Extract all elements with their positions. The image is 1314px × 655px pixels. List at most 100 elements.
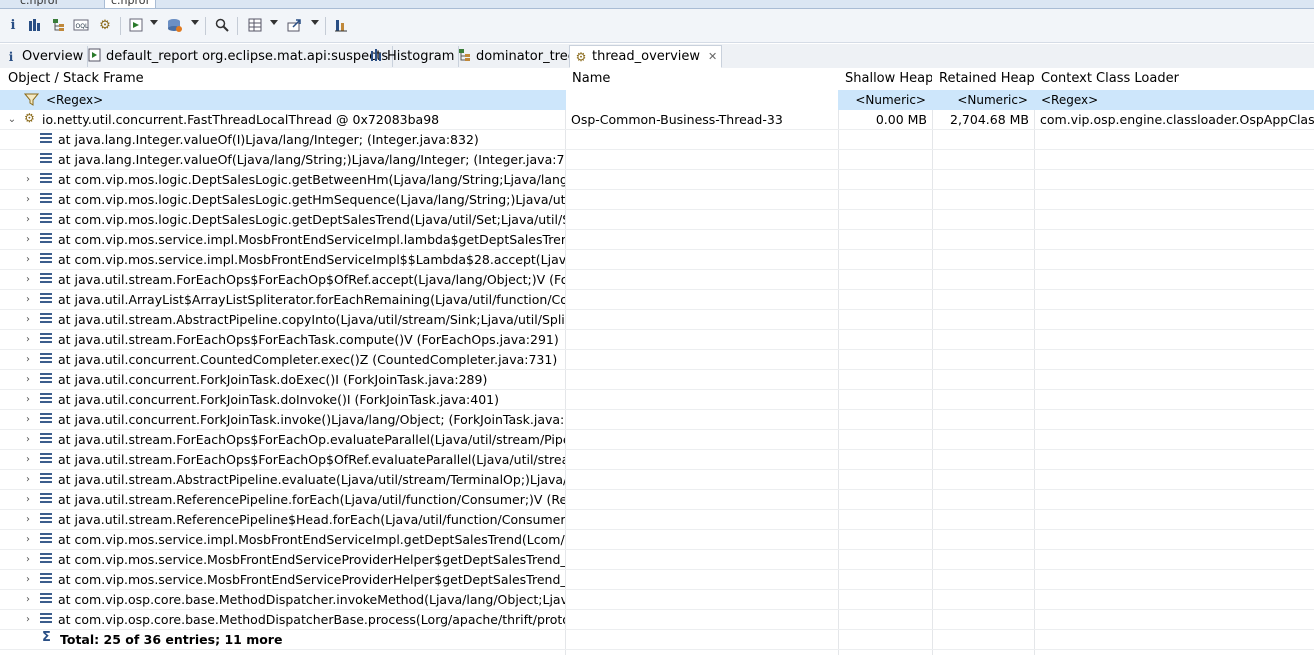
stack-frame-row[interactable]: › at java.util.stream.ForEachOps$ForEachO… <box>0 450 1314 470</box>
stack-frame-row[interactable]: › at com.vip.mos.service.impl.MosbFrontEn… <box>0 530 1314 550</box>
export-dropdown-icon[interactable] <box>311 20 319 25</box>
chevron-right-icon[interactable]: › <box>22 470 34 489</box>
stack-frame-row[interactable]: › at java.util.ArrayList$ArrayListSpliter… <box>0 290 1314 310</box>
stack-frame-text: at com.vip.osp.core.base.MethodDispatche… <box>58 612 565 627</box>
stack-frame-row[interactable]: › at java.util.stream.ReferencePipeline$H… <box>0 510 1314 530</box>
stack-frame-row[interactable]: › at java.util.stream.AbstractPipeline.co… <box>0 310 1314 330</box>
chevron-right-icon[interactable]: › <box>22 530 34 549</box>
stack-frame-row[interactable]: › at java.util.concurrent.ForkJoinTask.in… <box>0 410 1314 430</box>
stack-frame-row[interactable]: › at com.vip.mos.logic.DeptSalesLogic.get… <box>0 170 1314 190</box>
shallow-heap-filter-input[interactable]: <Numeric> <box>839 90 932 110</box>
run-report-icon[interactable] <box>126 14 148 36</box>
stack-frame-row[interactable]: › at java.util.stream.AbstractPipeline.ev… <box>0 470 1314 490</box>
editor-tab-hprof-1[interactable]: c.hprof <box>14 0 64 8</box>
column-header-retained-heap[interactable]: Retained Heap <box>933 68 1034 90</box>
group-by-dropdown-icon[interactable] <box>270 20 278 25</box>
chevron-right-icon[interactable]: › <box>22 430 34 449</box>
tab-histogram[interactable]: Histogram <box>365 46 460 67</box>
chevron-right-icon[interactable]: › <box>22 190 34 209</box>
stack-frame-icon <box>40 393 52 405</box>
stack-frame-icon <box>40 513 52 525</box>
chart-icon[interactable] <box>330 14 352 36</box>
chevron-right-icon[interactable]: › <box>22 310 34 329</box>
stack-frame-text: at java.util.stream.ForEachOps$ForEachTa… <box>58 332 559 347</box>
stack-frame-text: at java.util.stream.ReferencePipeline$He… <box>58 512 565 527</box>
stack-frame-row[interactable]: › at java.util.stream.ForEachOps$ForEachO… <box>0 270 1314 290</box>
stack-frame-row[interactable]: › at java.util.stream.ForEachOps$ForEachO… <box>0 430 1314 450</box>
toolbar: i OQL ⚙ <box>0 9 1314 43</box>
stack-frame-row[interactable]: › at java.util.stream.ForEachOps$ForEachT… <box>0 330 1314 350</box>
tab-label: Overview <box>22 49 84 64</box>
object-filter-input[interactable]: <Regex> <box>40 90 565 110</box>
histogram-icon[interactable] <box>24 14 46 36</box>
stack-frame-row[interactable]: › at java.util.concurrent.CountedComplete… <box>0 350 1314 370</box>
stack-frame-row[interactable]: › at com.vip.osp.core.base.MethodDispatch… <box>0 590 1314 610</box>
stack-frame-row[interactable]: › at com.vip.mos.logic.DeptSalesLogic.get… <box>0 210 1314 230</box>
chevron-right-icon[interactable]: › <box>22 330 34 349</box>
loader-filter-input[interactable]: <Regex> <box>1035 90 1314 110</box>
stack-frame-text: at com.vip.mos.service.impl.MosbFrontEnd… <box>58 252 565 267</box>
editor-tab-hprof-2[interactable]: c.hprof <box>104 0 157 8</box>
column-header-object[interactable]: Object / Stack Frame <box>2 68 565 90</box>
chevron-right-icon[interactable]: › <box>22 510 34 529</box>
dominator-tree-icon[interactable] <box>48 14 70 36</box>
stack-frame-row[interactable]: › at com.vip.mos.service.MosbFrontEndServ… <box>0 570 1314 590</box>
chevron-right-icon[interactable]: › <box>22 350 34 369</box>
chevron-right-icon[interactable]: › <box>22 290 34 309</box>
stack-frame-text: at java.util.concurrent.ForkJoinTask.inv… <box>58 412 565 427</box>
stack-frame-row[interactable]: › at com.vip.osp.core.base.MethodDispatch… <box>0 610 1314 630</box>
chevron-right-icon[interactable]: › <box>22 170 34 189</box>
name-filter-input[interactable] <box>566 90 838 110</box>
stack-frame-row[interactable]: › at com.vip.mos.service.impl.MosbFrontEn… <box>0 230 1314 250</box>
stack-frame-icon <box>40 173 52 185</box>
stack-frame-row[interactable]: at java.lang.Integer.valueOf(Ljava/lang/… <box>0 150 1314 170</box>
stack-frame-row[interactable]: › at com.vip.mos.service.impl.MosbFrontEn… <box>0 250 1314 270</box>
tab-thread-overview[interactable]: ⚙ thread_overview ✕ <box>569 45 723 68</box>
info-icon[interactable]: i <box>2 14 24 36</box>
group-by-icon[interactable] <box>244 14 266 36</box>
chevron-right-icon[interactable]: › <box>22 590 34 609</box>
chevron-down-icon[interactable]: ⌄ <box>6 110 18 129</box>
stack-frame-row[interactable]: › at java.util.concurrent.ForkJoinTask.do… <box>0 370 1314 390</box>
tab-default-report[interactable]: default_report org.eclipse.mat.api:suspe… <box>84 46 394 67</box>
search-icon[interactable] <box>211 14 233 36</box>
chevron-right-icon[interactable]: › <box>22 410 34 429</box>
chevron-right-icon[interactable]: › <box>22 570 34 589</box>
column-header-shallow-heap[interactable]: Shallow Heap <box>839 68 932 90</box>
export-icon[interactable] <box>284 14 306 36</box>
tab-overview[interactable]: i Overview <box>0 46 89 67</box>
svg-text:OQL: OQL <box>76 23 89 30</box>
stack-frame-icon <box>40 373 52 385</box>
run-report-dropdown-icon[interactable] <box>150 20 158 25</box>
chevron-right-icon[interactable]: › <box>22 230 34 249</box>
tab-dominator-tree[interactable]: dominator_tree <box>454 46 581 67</box>
chevron-right-icon[interactable]: › <box>22 250 34 269</box>
retained-heap-cell: 2,704.68 MB <box>950 112 1029 127</box>
chevron-right-icon[interactable]: › <box>22 550 34 569</box>
stack-frame-row[interactable]: at java.lang.Integer.valueOf(I)Ljava/lan… <box>0 130 1314 150</box>
stack-frame-row[interactable]: › at com.vip.mos.logic.DeptSalesLogic.get… <box>0 190 1314 210</box>
column-header-name[interactable]: Name <box>566 68 838 90</box>
retained-heap-filter-input[interactable]: <Numeric> <box>933 90 1034 110</box>
stack-frame-icon <box>40 233 52 245</box>
column-header-context-class-loader[interactable]: Context Class Loader <box>1035 68 1314 90</box>
thread-row[interactable]: ⌄ ⚙ io.netty.util.concurrent.FastThreadLoc… <box>0 110 1314 130</box>
total-row[interactable]: Σ Total: 25 of 36 entries; 11 more <box>0 630 1314 650</box>
query-browser-icon[interactable] <box>164 14 186 36</box>
stack-frame-row[interactable]: › at java.util.concurrent.ForkJoinTask.do… <box>0 390 1314 410</box>
chevron-right-icon[interactable]: › <box>22 370 34 389</box>
query-browser-dropdown-icon[interactable] <box>191 20 199 25</box>
stack-frame-row[interactable]: › at java.util.stream.ReferencePipeline.f… <box>0 490 1314 510</box>
chevron-right-icon[interactable]: › <box>22 210 34 229</box>
stack-frame-row[interactable]: › at com.vip.mos.service.MosbFrontEndServ… <box>0 550 1314 570</box>
chevron-right-icon[interactable]: › <box>22 270 34 289</box>
chevron-right-icon[interactable]: › <box>22 450 34 469</box>
chevron-right-icon[interactable]: › <box>22 610 34 629</box>
chevron-right-icon[interactable]: › <box>22 490 34 509</box>
oql-icon[interactable]: OQL <box>70 14 92 36</box>
heap-dump-overview-icon[interactable]: ⚙ <box>94 14 116 36</box>
close-icon[interactable]: ✕ <box>708 50 717 63</box>
stack-frame-text: at com.vip.mos.service.MosbFrontEndServi… <box>58 552 565 567</box>
chevron-right-icon[interactable]: › <box>22 390 34 409</box>
stack-frame-text: at java.util.concurrent.CountedCompleter… <box>58 352 558 367</box>
